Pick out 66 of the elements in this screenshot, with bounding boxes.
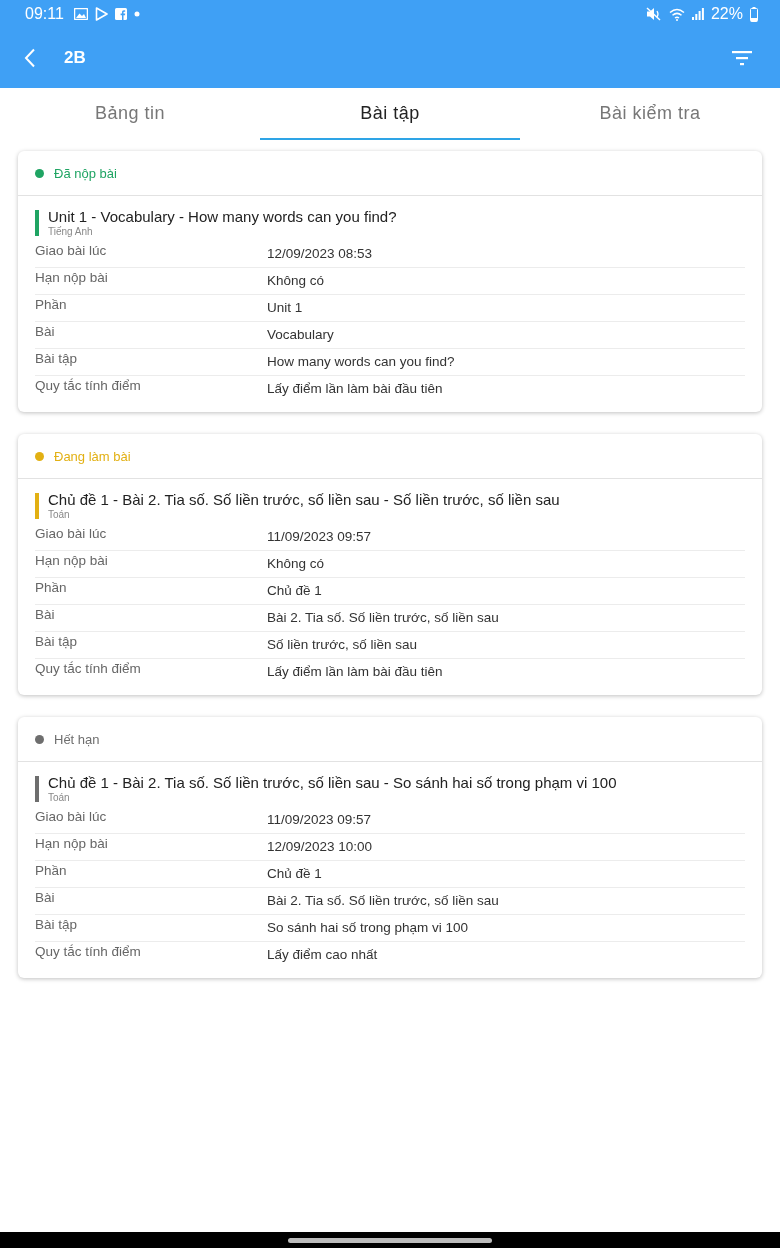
field-value: 11/09/2023 09:57 — [267, 811, 372, 829]
field-label: Bài — [35, 323, 56, 341]
tab[interactable]: Bảng tin — [0, 88, 260, 140]
accent-bar — [35, 493, 39, 519]
assignment-card[interactable] — [18, 717, 762, 978]
accent-bar — [35, 210, 39, 236]
field-value: So sánh hai số trong phạm vi 100 — [267, 919, 469, 937]
field-value: Lấy điểm lần làm bài đầu tiên — [267, 380, 443, 398]
assignment-title: Chủ đề 1 - Bài 2. Tia số. Số liền trước, số liền sau - Số liền trước, số liền sau — [48, 491, 560, 508]
subject-label: Toán — [48, 509, 71, 520]
field-label: Hạn nộp bài — [35, 835, 109, 853]
field-label: Phần — [35, 579, 68, 597]
field-label: Bài tập — [35, 350, 79, 368]
tab[interactable]: Bài tập — [260, 88, 520, 140]
field-label: Giao bài lúc — [35, 525, 108, 543]
field-value: How many words can you find? — [267, 353, 455, 371]
field-label: Phần — [35, 296, 68, 314]
field-value: Không có — [267, 555, 325, 573]
field-value: Vocabulary — [267, 326, 334, 344]
field-value: Lấy điểm cao nhất — [267, 946, 378, 964]
mute-icon — [645, 7, 662, 21]
field-label: Quy tắc tính điểm — [35, 943, 142, 961]
field-value: 12/09/2023 08:53 — [267, 245, 373, 263]
field-label: Bài — [35, 889, 56, 907]
tab[interactable]: Bài kiểm tra — [520, 88, 780, 140]
signal-icon — [691, 8, 704, 20]
home-handle[interactable] — [288, 1237, 492, 1243]
clock-time: 09:11 — [25, 5, 64, 23]
field-value: Bài 2. Tia số. Số liền trước, số liền sau — [267, 892, 499, 910]
class-title: 2B — [64, 48, 86, 68]
status-label: Đang làm bài — [54, 448, 131, 464]
field-value: Chủ đề 1 — [267, 582, 322, 600]
field-value: Unit 1 — [267, 299, 303, 317]
subject-label: Tiếng Anh — [48, 226, 94, 237]
field-label: Quy tắc tính điểm — [35, 377, 142, 395]
assignment-title: Chủ đề 1 - Bài 2. Tia số. Số liền trước, số liền sau - So sánh hai số trong phạm vi 100 — [48, 774, 617, 791]
field-value: Không có — [267, 272, 325, 290]
field-label: Hạn nộp bài — [35, 269, 109, 287]
play-icon — [94, 7, 108, 21]
field-label: Giao bài lúc — [35, 242, 108, 260]
image-icon — [73, 8, 88, 20]
battery-icon — [750, 6, 758, 22]
field-label: Bài tập — [35, 916, 79, 934]
field-value: Chủ đề 1 — [267, 865, 322, 883]
social-app-icon — [114, 8, 127, 20]
subject-label: Toán — [48, 792, 71, 803]
notification-dot-icon — [133, 11, 140, 17]
assignment-card[interactable] — [18, 434, 762, 695]
status-label: Hết hạn — [54, 731, 100, 747]
field-value: 11/09/2023 09:57 — [267, 528, 372, 546]
field-label: Quy tắc tính điểm — [35, 660, 142, 678]
field-value: Lấy điểm lần làm bài đầu tiên — [267, 663, 443, 681]
field-value: Bài 2. Tia số. Số liền trước, số liền sau — [267, 609, 499, 627]
field-value: 12/09/2023 10:00 — [267, 838, 373, 856]
battery-percent: 22% — [710, 5, 743, 23]
wifi-icon — [668, 7, 685, 21]
field-label: Hạn nộp bài — [35, 552, 109, 570]
field-label: Bài — [35, 606, 56, 624]
accent-bar — [35, 776, 39, 802]
field-label: Bài tập — [35, 633, 79, 651]
assignment-title: Unit 1 - Vocabulary - How many words can you find? — [48, 208, 397, 225]
status-label: Đã nộp bài — [54, 165, 117, 181]
assignment-card[interactable] — [18, 151, 762, 412]
field-label: Phần — [35, 862, 68, 880]
field-label: Giao bài lúc — [35, 808, 108, 826]
field-value: Số liền trước, số liền sau — [267, 636, 417, 654]
